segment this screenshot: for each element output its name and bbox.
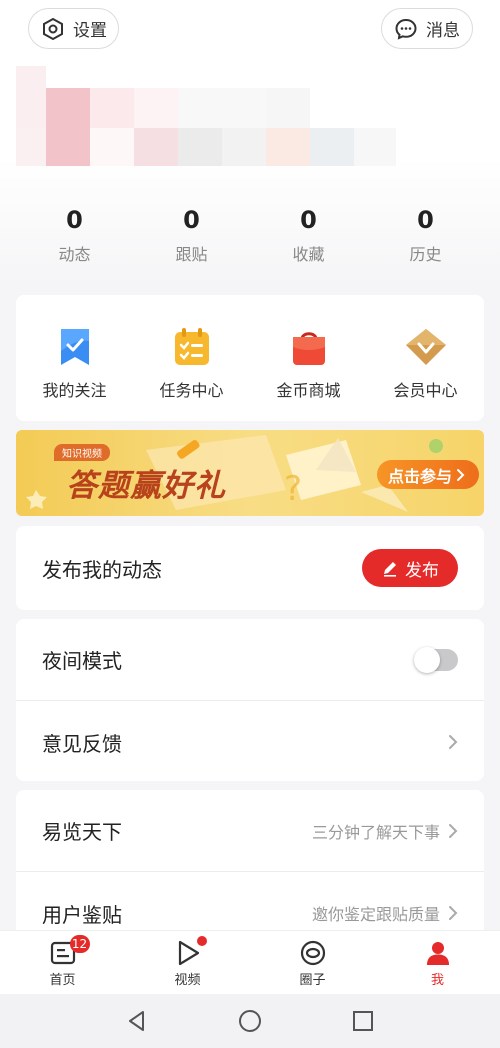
tab-label: 圈子 <box>299 973 326 988</box>
task-list-icon <box>170 325 214 369</box>
chevron-right-icon <box>449 735 458 749</box>
shortcut-label: 任务中心 <box>159 381 224 400</box>
list-item-title: 用户鉴贴 <box>42 902 122 927</box>
shortcut-task-center[interactable]: 任务中心 <box>137 325 247 421</box>
chevron-right-icon <box>449 823 458 838</box>
blurred-user-info[interactable] <box>16 66 396 168</box>
shortcut-vip-center[interactable]: 会员中心 <box>371 325 481 421</box>
back-triangle-icon[interactable] <box>125 1009 149 1033</box>
stat-history[interactable]: 0 历史 <box>376 205 476 265</box>
tab-video[interactable]: 视频 <box>143 931 233 994</box>
tab-circle[interactable]: 圈子 <box>268 931 358 994</box>
stat-label: 历史 <box>409 245 442 264</box>
notification-badge: 12 <box>69 935 90 953</box>
night-mode-toggle[interactable] <box>414 646 458 673</box>
svg-text:?: ? <box>284 469 302 509</box>
night-mode-row: 夜间模式 <box>16 619 484 701</box>
feedback-row[interactable]: 意见反馈 <box>16 701 484 783</box>
publish-title: 发布我的动态 <box>42 557 162 582</box>
circle-eye-icon <box>300 940 325 966</box>
shortcut-label: 会员中心 <box>393 381 458 400</box>
banner-title: 答题赢好礼 <box>66 468 226 504</box>
messages-label: 消息 <box>426 21 460 41</box>
bottom-tab-bar: 12 首页 视频 圈子 我 <box>0 930 500 994</box>
tab-label: 首页 <box>49 973 76 988</box>
shortcut-label: 我的关注 <box>42 381 107 400</box>
settings-button[interactable]: 设置 <box>28 8 119 49</box>
publish-button-label: 发布 <box>405 560 439 581</box>
stat-comments[interactable]: 0 跟贴 <box>142 205 242 265</box>
shortcut-label: 金币商城 <box>276 381 341 400</box>
person-icon <box>426 942 449 965</box>
stat-favorites[interactable]: 0 收藏 <box>259 205 359 265</box>
feature-list-card: 易览天下 三分钟了解天下事 用户鉴贴 邀你鉴定跟贴质量 <box>16 790 484 950</box>
pencil-icon <box>384 562 396 577</box>
chevron-right-icon <box>449 906 458 920</box>
chat-bubble-icon <box>395 18 417 40</box>
stat-label: 收藏 <box>292 245 325 264</box>
stat-posts[interactable]: 0 动态 <box>25 205 125 265</box>
settings-label: 设置 <box>73 21 107 41</box>
banner-tag: 知识视频 <box>54 444 110 461</box>
stat-value: 0 <box>183 206 200 234</box>
chevron-right-icon <box>457 468 465 481</box>
tab-me[interactable]: 我 <box>393 931 483 994</box>
tab-home[interactable]: 12 首页 <box>18 931 108 994</box>
list-item[interactable]: 易览天下 三分钟了解天下事 <box>16 790 484 872</box>
stat-label: 动态 <box>58 245 91 264</box>
home-circle-icon[interactable] <box>238 1009 262 1033</box>
list-item-subtitle: 三分钟了解天下事 <box>311 822 440 842</box>
stat-value: 0 <box>66 206 83 234</box>
banner-cta-label: 点击参与 <box>388 466 453 486</box>
stat-label: 跟贴 <box>175 245 208 264</box>
diamond-icon <box>404 325 448 369</box>
stat-value: 0 <box>417 206 434 234</box>
stat-value: 0 <box>300 206 317 234</box>
banner-participate-button[interactable]: 点击参与 <box>377 460 479 489</box>
feedback-label: 意见反馈 <box>42 731 122 756</box>
tab-label: 我 <box>430 973 444 988</box>
bookmark-icon <box>53 325 97 369</box>
list-item-title: 易览天下 <box>42 820 122 844</box>
night-mode-label: 夜间模式 <box>42 649 122 673</box>
publish-card: 发布我的动态 发布 <box>16 526 484 610</box>
quiz-promo-banner[interactable]: ? 知识视频 答题赢好礼 点击参与 <box>16 430 484 516</box>
new-content-dot <box>196 936 207 946</box>
toggle-knob <box>414 646 440 673</box>
messages-button[interactable]: 消息 <box>381 8 473 49</box>
tab-label: 视频 <box>174 973 201 988</box>
shopping-bag-icon <box>287 325 331 369</box>
shortcut-coin-mall[interactable]: 金币商城 <box>254 325 364 421</box>
publish-button[interactable]: 发布 <box>362 549 458 587</box>
recents-square-icon[interactable] <box>351 1009 375 1033</box>
shortcut-grid: 我的关注 任务中心 金币商城 会员中心 <box>16 295 484 421</box>
shortcut-following[interactable]: 我的关注 <box>20 325 130 421</box>
settings-card: 夜间模式 意见反馈 <box>16 619 484 781</box>
system-navigation-bar <box>0 994 500 1048</box>
settings-hexagon-icon <box>43 17 63 40</box>
profile-stats: 0 动态 0 跟贴 0 收藏 0 历史 <box>16 205 484 265</box>
list-item-subtitle: 邀你鉴定跟贴质量 <box>311 905 440 924</box>
